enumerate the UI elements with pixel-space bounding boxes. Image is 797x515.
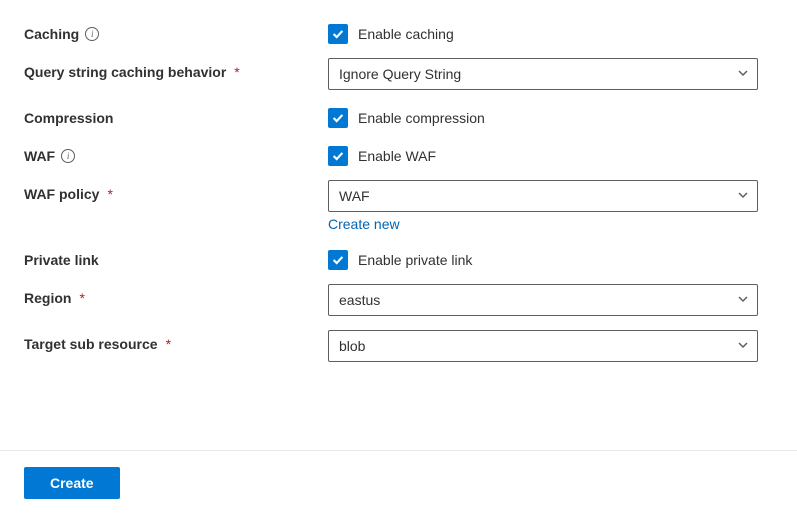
chevron-down-icon — [737, 338, 749, 354]
enable-waf-checkbox[interactable] — [328, 146, 348, 166]
create-button[interactable]: Create — [24, 467, 120, 499]
enable-compression-checkbox[interactable] — [328, 108, 348, 128]
caching-label: Caching i — [24, 20, 328, 42]
enable-caching-checkbox[interactable] — [328, 24, 348, 44]
enable-private-link-label: Enable private link — [358, 252, 472, 268]
waf-policy-label: WAF policy * — [24, 180, 328, 202]
target-sub-resource-select[interactable]: blob — [328, 330, 758, 362]
enable-compression-label: Enable compression — [358, 110, 485, 126]
waf-policy-select[interactable]: WAF — [328, 180, 758, 212]
target-sub-resource-label: Target sub resource * — [24, 330, 328, 352]
query-string-select[interactable]: Ignore Query String — [328, 58, 758, 90]
chevron-down-icon — [737, 292, 749, 308]
create-new-link[interactable]: Create new — [328, 216, 400, 232]
chevron-down-icon — [737, 66, 749, 82]
waf-label: WAF i — [24, 142, 328, 164]
query-string-label: Query string caching behavior * — [24, 58, 328, 80]
chevron-down-icon — [737, 188, 749, 204]
footer: Create — [0, 450, 797, 515]
info-icon[interactable]: i — [61, 149, 75, 163]
private-link-label: Private link — [24, 246, 328, 268]
check-icon — [331, 149, 345, 163]
info-icon[interactable]: i — [85, 27, 99, 41]
region-select[interactable]: eastus — [328, 284, 758, 316]
enable-caching-label: Enable caching — [358, 26, 454, 42]
check-icon — [331, 111, 345, 125]
region-label: Region * — [24, 284, 328, 306]
check-icon — [331, 253, 345, 267]
enable-private-link-checkbox[interactable] — [328, 250, 348, 270]
enable-waf-label: Enable WAF — [358, 148, 436, 164]
compression-label: Compression — [24, 104, 328, 126]
check-icon — [331, 27, 345, 41]
